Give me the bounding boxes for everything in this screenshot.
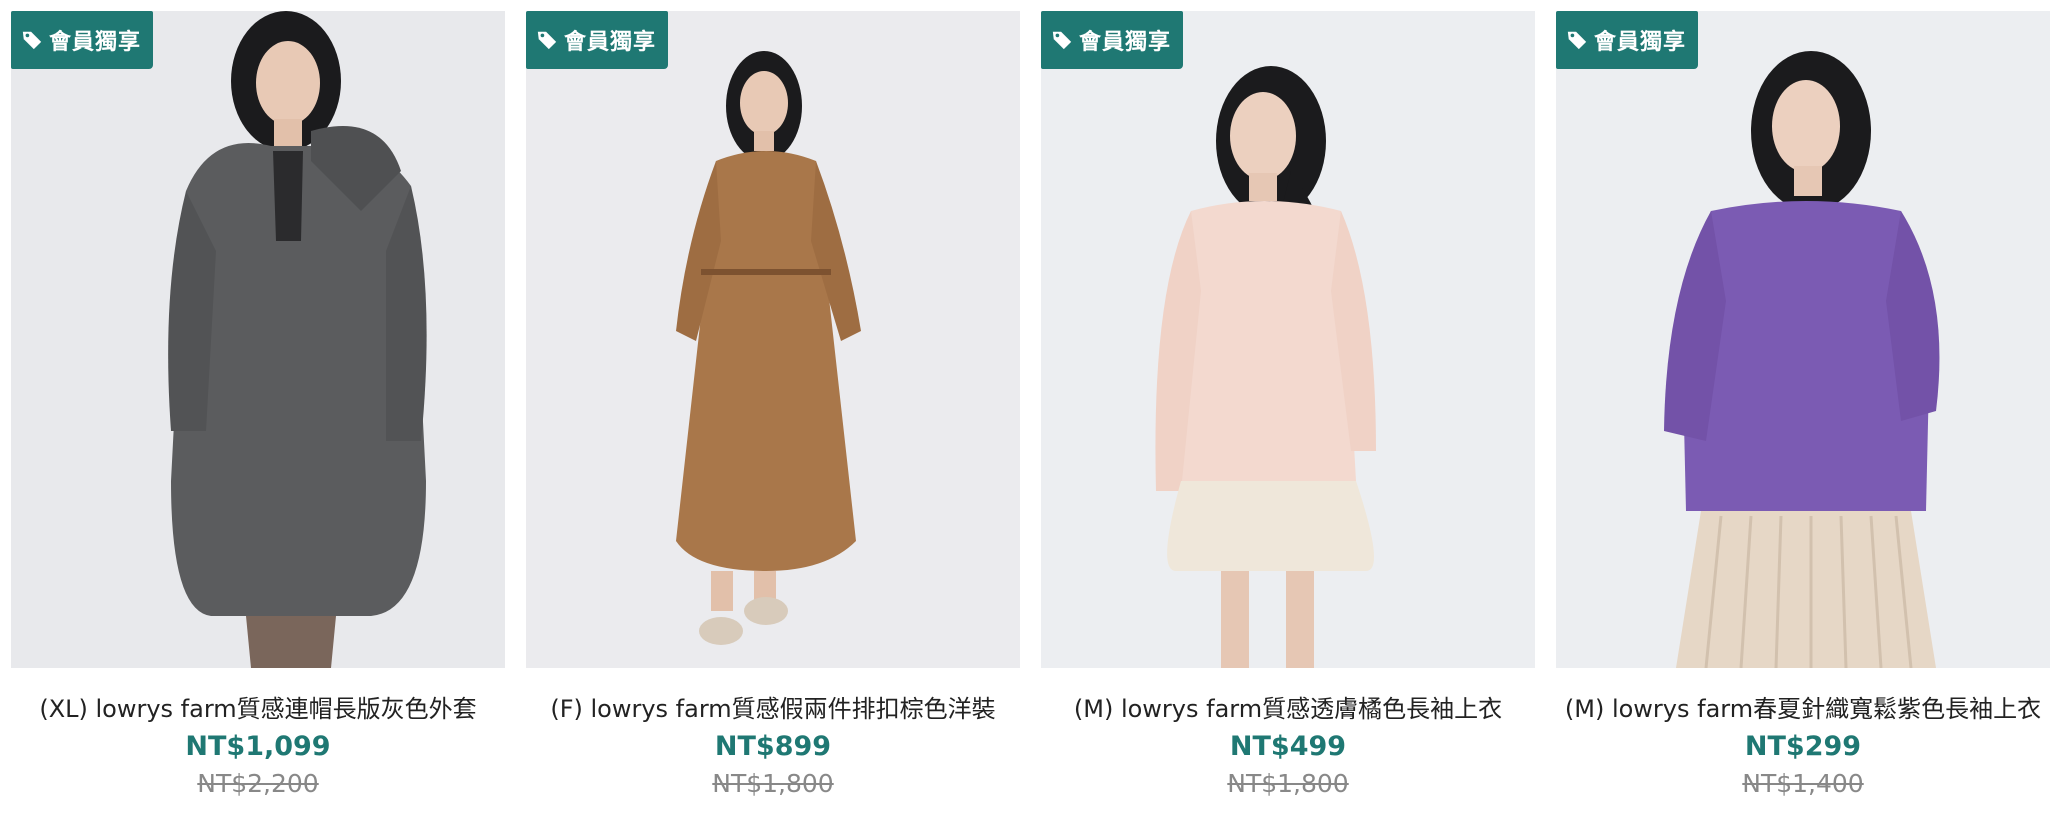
product-photo-dress — [526, 11, 1020, 668]
product-image[interactable]: 會員獨享 — [526, 11, 1020, 668]
product-photo-coat — [11, 11, 505, 668]
original-price: NT$1,800 — [712, 769, 834, 798]
product-photo-knit — [1556, 11, 2050, 668]
product-image[interactable]: 會員獨享 — [1556, 11, 2050, 668]
product-photo-blouse — [1041, 11, 1535, 668]
member-exclusive-badge: 會員獨享 — [1556, 11, 1699, 69]
badge-label: 會員獨享 — [49, 30, 142, 55]
original-price: NT$1,400 — [1742, 769, 1864, 798]
member-exclusive-badge: 會員獨享 — [11, 11, 154, 69]
product-image[interactable]: 會員獨享 — [1041, 11, 1535, 668]
product-card[interactable]: 會員獨享 (XL) lowrys farm質感連帽長版灰色外套 NT$1,099… — [11, 11, 505, 816]
product-image[interactable]: 會員獨享 — [11, 11, 505, 668]
badge-label: 會員獨享 — [1079, 30, 1172, 55]
product-card[interactable]: 會員獨享 (M) lowrys farm春夏針織寬鬆紫色長袖上衣 NT$299 … — [1556, 11, 2050, 816]
product-price: NT$299 — [1744, 731, 1862, 762]
tag-icon — [22, 31, 42, 50]
product-name[interactable]: (XL) lowrys farm質感連帽長版灰色外套 — [11, 689, 505, 724]
product-name[interactable]: (M) lowrys farm質感透膚橘色長袖上衣 — [1041, 689, 1535, 724]
badge-label: 會員獨享 — [564, 30, 657, 55]
original-price: NT$1,800 — [1227, 769, 1349, 798]
product-card[interactable]: 會員獨享 (F) lowrys farm質感假兩件排扣棕色洋裝 NT$899 N… — [526, 11, 1020, 816]
tag-icon — [1567, 31, 1587, 50]
product-price: NT$1,099 — [185, 731, 331, 762]
badge-label: 會員獨享 — [1594, 30, 1687, 55]
member-exclusive-badge: 會員獨享 — [1041, 11, 1184, 69]
product-price: NT$499 — [1229, 731, 1347, 762]
product-name[interactable]: (F) lowrys farm質感假兩件排扣棕色洋裝 — [526, 689, 1020, 724]
tag-icon — [1052, 31, 1072, 50]
original-price: NT$2,200 — [197, 769, 319, 798]
product-grid: 會員獨享 (XL) lowrys farm質感連帽長版灰色外套 NT$1,099… — [0, 0, 2062, 816]
product-card[interactable]: 會員獨享 (M) lowrys farm質感透膚橘色長袖上衣 NT$499 NT… — [1041, 11, 1535, 816]
member-exclusive-badge: 會員獨享 — [526, 11, 669, 69]
tag-icon — [537, 31, 557, 50]
product-price: NT$899 — [714, 731, 832, 762]
product-name[interactable]: (M) lowrys farm春夏針織寬鬆紫色長袖上衣 — [1556, 689, 2050, 724]
